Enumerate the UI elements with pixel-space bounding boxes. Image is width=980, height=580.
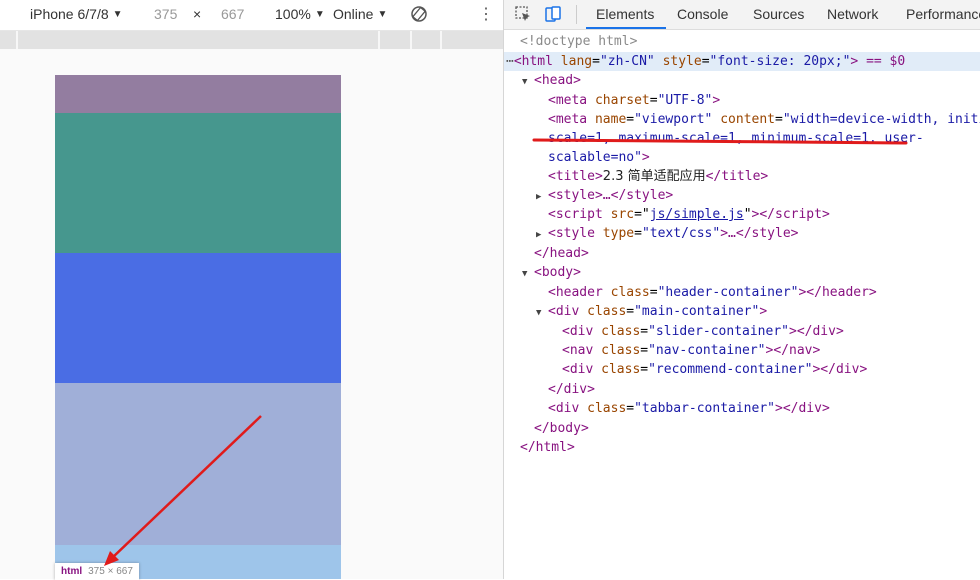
annotation-underline	[532, 138, 908, 145]
devtools-panel: Elements Console Sources Network Perform…	[504, 0, 980, 579]
device-viewport-pane: iPhone 6/7/8 ▼ 375 × 667 100% ▼ Online ▼…	[0, 0, 505, 580]
annotation-arrow	[104, 415, 262, 566]
